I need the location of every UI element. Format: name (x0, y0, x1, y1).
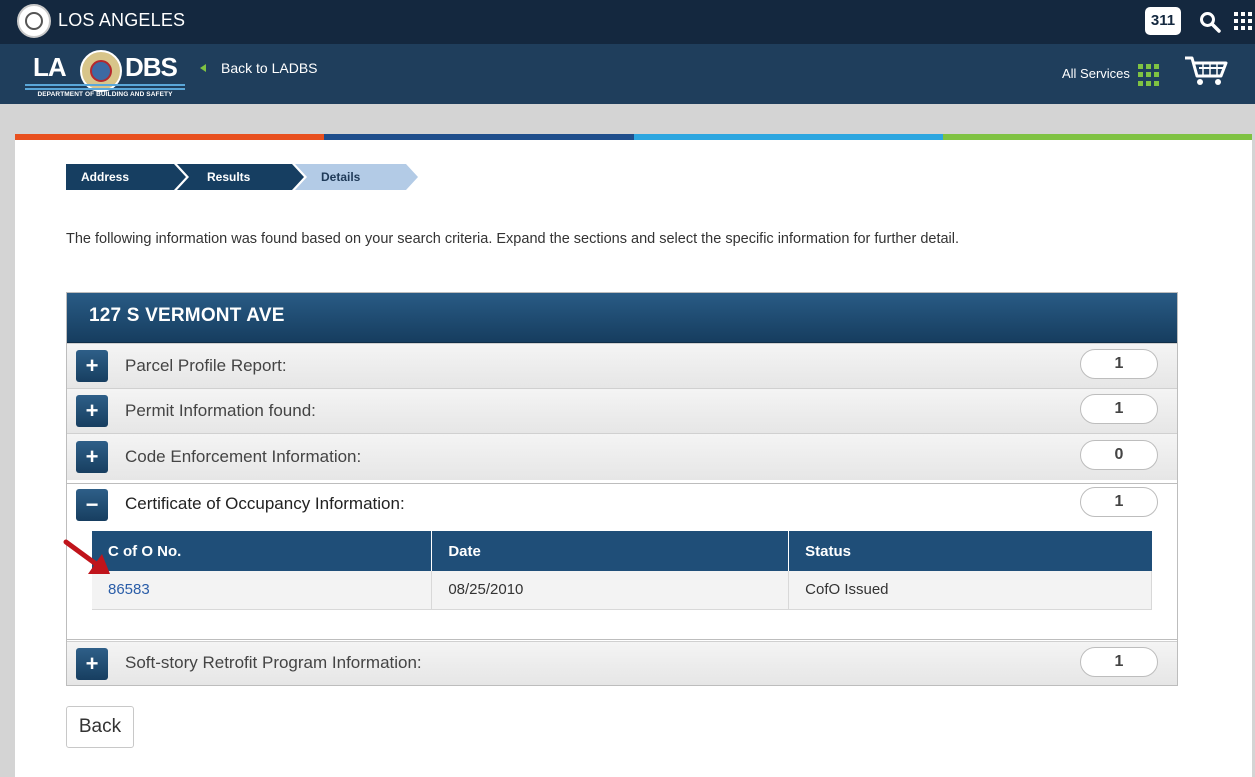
column-header-cofo-number: C of O No. (92, 531, 433, 571)
logo-stripes (25, 84, 185, 90)
logo-dbs-text: DBS (125, 52, 178, 82)
address-panel: 127 S VERMONT AVE + Parcel Profile Repor… (66, 292, 1178, 686)
column-header-date: Date (431, 531, 790, 571)
back-to-ladbs-link[interactable]: Back to LADBS (221, 60, 318, 76)
table-row: 86583 08/25/2010 CofO Issued (92, 571, 1152, 610)
breadcrumb: Address Results Details (66, 164, 426, 190)
panel-header: 127 S VERMONT AVE (67, 293, 1177, 343)
ladbs-logo[interactable]: LA DBS DEPARTMENT OF BUILDING AND SAFETY (25, 50, 185, 98)
expand-icon[interactable]: + (76, 441, 108, 473)
collapse-icon[interactable]: − (76, 489, 108, 521)
311-button[interactable]: 311 (1145, 7, 1181, 35)
cofo-number-link[interactable]: 86583 (108, 581, 150, 598)
city-seal-icon[interactable] (17, 4, 51, 38)
cofo-table: C of O No. Date Status 86583 08/25/2010 … (92, 531, 1152, 610)
logo-department-text: DEPARTMENT OF BUILDING AND SAFETY (37, 91, 173, 98)
cofo-date-cell: 08/25/2010 (431, 571, 790, 610)
search-icon[interactable] (1198, 10, 1222, 34)
section-code-enforcement[interactable]: + Code Enforcement Information: 0 (67, 433, 1177, 480)
back-arrow-icon (200, 64, 206, 72)
breadcrumb-step-address[interactable]: Address (81, 164, 129, 190)
all-services-link[interactable]: All Services (1062, 66, 1130, 81)
section-label[interactable]: Code Enforcement Information: (125, 447, 361, 467)
city-title[interactable]: LOS ANGELES (58, 10, 185, 31)
column-header-status: Status (788, 531, 1152, 571)
expand-icon[interactable]: + (76, 395, 108, 427)
expand-icon[interactable]: + (76, 350, 108, 382)
cart-icon[interactable] (1183, 54, 1229, 88)
back-button[interactable]: Back (66, 706, 134, 748)
section-parcel-profile[interactable]: + Parcel Profile Report: 1 (67, 343, 1177, 388)
breadcrumb-step-results[interactable]: Results (207, 164, 250, 190)
red-arrow-annotation-icon (63, 539, 110, 574)
section-count: 1 (1080, 394, 1158, 424)
cofo-number-cell: 86583 (92, 571, 433, 610)
section-count: 1 (1080, 487, 1158, 517)
section-soft-story-retrofit[interactable]: + Soft-story Retrofit Program Informatio… (67, 641, 1177, 685)
services-grid-icon[interactable] (1138, 64, 1160, 86)
intro-text: The following information was found base… (66, 231, 960, 247)
section-label[interactable]: Soft-story Retrofit Program Information: (125, 653, 422, 673)
section-permit-information[interactable]: + Permit Information found: 1 (67, 388, 1177, 433)
city-top-bar: LOS ANGELES 311 (0, 0, 1255, 44)
section-count: 1 (1080, 647, 1158, 677)
expand-icon[interactable]: + (76, 648, 108, 680)
section-count: 0 (1080, 440, 1158, 470)
section-label[interactable]: Permit Information found: (125, 401, 316, 421)
table-header-row: C of O No. Date Status (92, 531, 1152, 571)
cofo-status-cell: CofO Issued (788, 571, 1152, 610)
apps-grid-icon[interactable] (1234, 12, 1252, 30)
address-title: 127 S VERMONT AVE (89, 305, 285, 326)
breadcrumb-step-details: Details (321, 170, 361, 184)
section-count: 1 (1080, 349, 1158, 379)
logo-la-text: LA (33, 52, 67, 82)
section-label[interactable]: Parcel Profile Report: (125, 356, 287, 376)
section-label[interactable]: Certificate of Occupancy Information: (125, 494, 405, 514)
